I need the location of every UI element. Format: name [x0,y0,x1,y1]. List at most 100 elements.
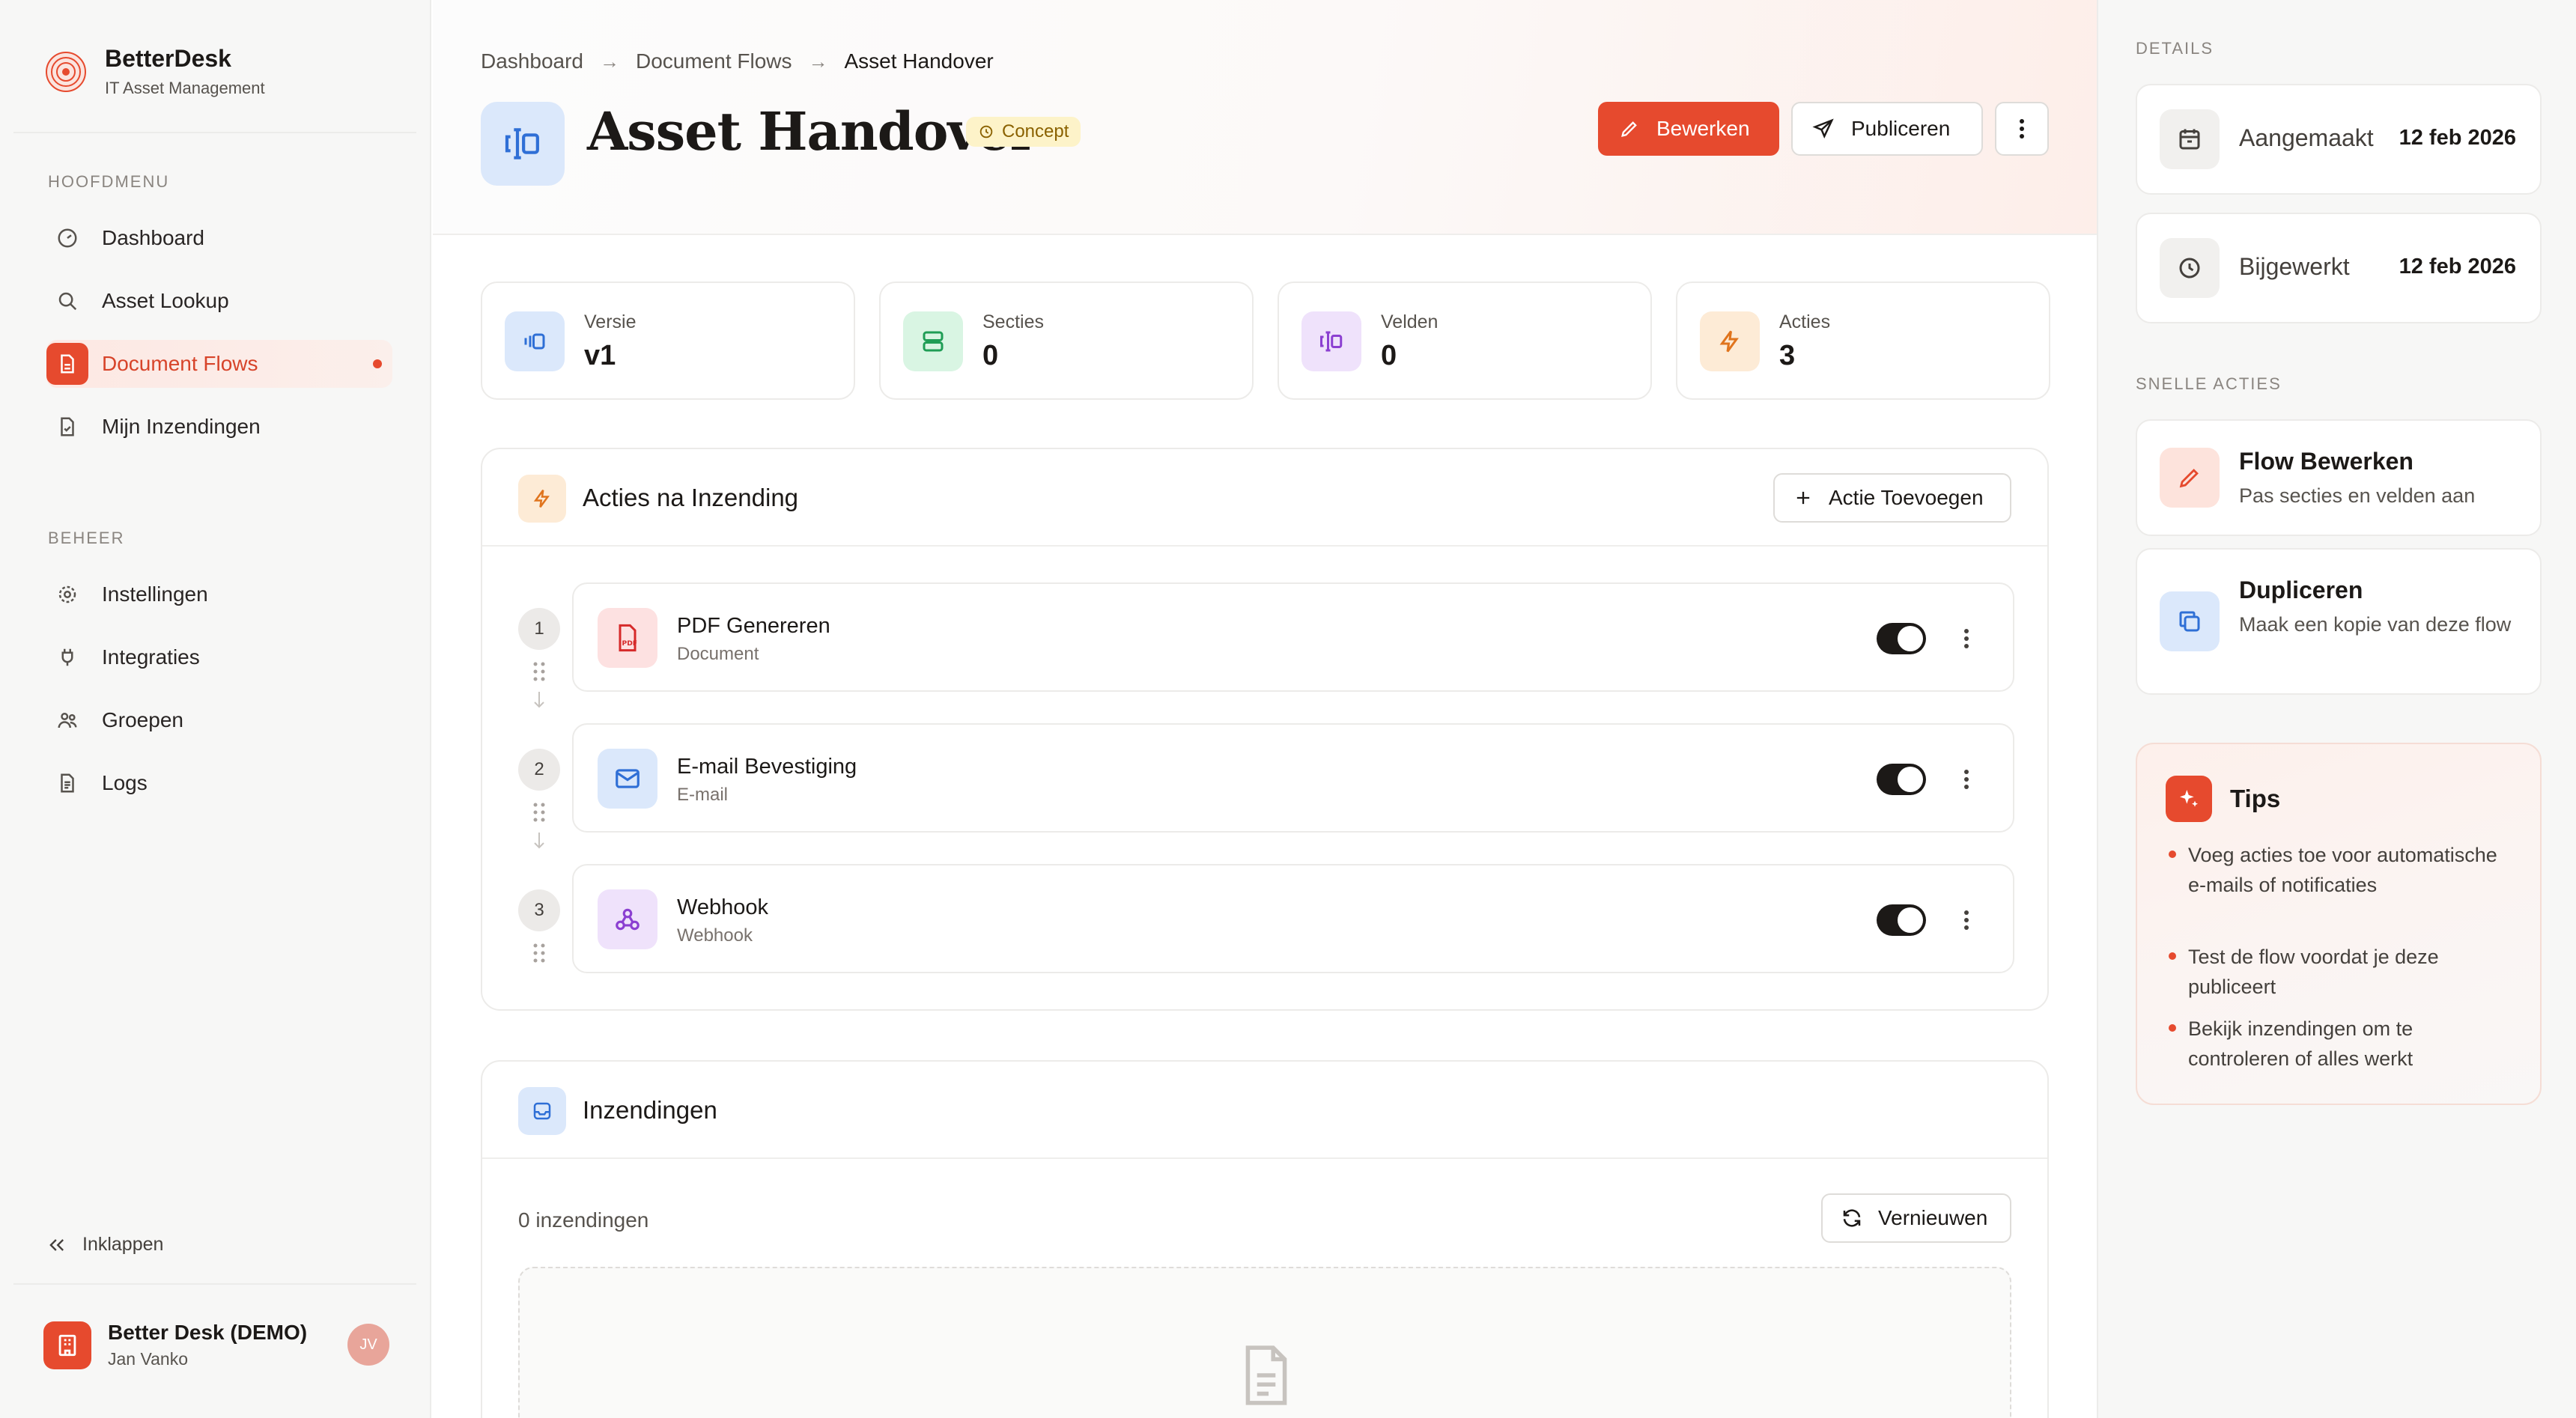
document-icon [46,343,88,385]
stat-label: Velden [1381,311,1439,332]
created-value: 12 feb 2026 [2399,126,2516,150]
svg-text:PDF: PDF [622,639,638,648]
more-vertical-icon [2020,119,2024,139]
document-icon [1245,1345,1287,1405]
more-vertical-icon[interactable] [1957,904,1975,936]
action-enabled-toggle[interactable] [1877,764,1926,795]
sidebar-item-integraties[interactable]: Integraties [46,633,392,681]
publish-button-label: Publiceren [1851,117,1951,140]
arrow-right-icon: → [599,49,619,73]
action-enabled-toggle[interactable] [1877,623,1926,654]
more-options-button[interactable] [1995,102,2049,156]
sidebar-item-asset-lookup[interactable]: Asset Lookup [46,277,392,325]
pdf-file-icon: PDF [598,608,657,668]
tips-title: Tips [2230,785,2281,812]
stat-label: Versie [584,311,637,332]
version-icon [505,311,565,371]
webhook-icon [598,889,657,949]
details-panel: DETAILS Aangemaakt 12 feb 2026 Bijgewerk… [2097,0,2576,1418]
drag-handle-icon[interactable] [530,660,548,683]
brand[interactable]: BetterDesk IT Asset Management [45,45,265,98]
refresh-button[interactable]: Vernieuwen [1821,1193,2011,1243]
step-number: 3 [518,889,560,931]
sidebar-item-label: Asset Lookup [102,289,229,312]
dashboard-icon [46,217,88,259]
tip-item: Voeg acties toe voor automatische e-mail… [2169,840,2510,900]
copy-icon [2160,591,2220,651]
actions-card-title: Acties na Inzending [583,484,799,511]
lightning-icon [518,475,566,523]
edit-button[interactable]: Bewerken [1598,102,1779,156]
action-item-pdf[interactable]: PDF PDF Genereren Document [572,582,2014,692]
breadcrumb-current: Asset Handover [844,49,994,73]
stat-value: 3 [1779,340,1796,371]
publish-button[interactable]: Publiceren [1791,102,1983,156]
avatar[interactable]: JV [347,1324,389,1366]
sidebar-item-label: Document Flows [102,352,258,375]
sidebar-item-label: Dashboard [102,226,204,249]
edit-button-label: Bewerken [1656,117,1750,140]
breadcrumb-link-document-flows[interactable]: Document Flows [636,49,792,73]
active-indicator-dot [373,359,382,368]
drag-handle-icon[interactable] [530,801,548,824]
action-type: E-mail [677,785,729,805]
brand-logo-icon [46,51,86,92]
brand-subtitle: IT Asset Management [105,79,265,97]
updated-label: Bijgewerkt [2239,253,2350,280]
building-icon [43,1321,91,1369]
plus-icon [1796,491,1810,505]
submissions-card-title: Inzendingen [583,1096,717,1124]
action-item-webhook[interactable]: Webhook Webhook [572,864,2014,973]
details-heading: DETAILS [2136,39,2214,58]
sidebar-item-instellingen[interactable]: Instellingen [46,570,392,618]
stat-value: v1 [584,340,616,371]
sidebar-item-logs[interactable]: Logs [46,759,392,807]
quick-action-description: Pas secties en velden aan [2239,484,2476,507]
quick-action-edit-flow[interactable]: Flow Bewerken Pas secties en velden aan [2136,419,2542,536]
submissions-card-header: Inzendingen [482,1062,2047,1159]
add-action-button[interactable]: Actie Toevoegen [1773,473,2011,523]
stat-label: Secties [982,311,1044,332]
send-icon [1812,118,1834,139]
stat-card-velden: Velden 0 [1278,282,1652,400]
more-vertical-icon[interactable] [1957,764,1975,795]
breadcrumb-link-dashboard[interactable]: Dashboard [481,49,583,73]
drag-handle-icon[interactable] [530,942,548,964]
clock-icon [979,125,993,139]
action-item-email[interactable]: E-mail Bevestiging E-mail [572,723,2014,833]
refresh-icon [1843,1209,1861,1227]
arrow-down-icon [534,692,544,708]
chevrons-left-icon [49,1238,64,1251]
action-enabled-toggle[interactable] [1877,904,1926,936]
created-label: Aangemaakt [2239,124,2374,151]
action-type: Document [677,644,759,664]
step-number: 1 [518,608,560,650]
quick-action-title: Dupliceren [2239,576,2363,603]
stat-card-acties: Acties 3 [1676,282,2050,400]
updated-value: 12 feb 2026 [2399,255,2516,279]
sidebar-item-mijn-inzendingen[interactable]: Mijn Inzendingen [46,403,392,451]
action-type: Webhook [677,925,753,946]
user-name: Jan Vanko [108,1349,188,1369]
org-switcher[interactable]: Better Desk (DEMO) Jan Vanko JV [43,1321,389,1369]
clock-icon [2160,238,2220,298]
tips-card: Tips Voeg acties toe voor automatische e… [2136,743,2542,1105]
sidebar-item-label: Instellingen [102,582,208,606]
breadcrumb: Dashboard → Document Flows → Asset Hando… [481,49,994,73]
collapse-sidebar-button[interactable]: Inklappen [46,1234,163,1256]
pencil-icon [1621,121,1637,137]
sidebar-item-document-flows[interactable]: Document Flows [46,340,392,388]
updated-card: Bijgewerkt 12 feb 2026 [2136,213,2542,323]
step-number: 2 [518,749,560,791]
sidebar-item-label: Groepen [102,708,183,731]
actions-card: Acties na Inzending Actie Toevoegen 1 PD… [481,448,2049,1011]
quick-action-duplicate[interactable]: Dupliceren Maak een kopie van deze flow [2136,548,2542,695]
sidebar-item-groepen[interactable]: Groepen [46,696,392,744]
sidebar-divider [13,132,416,133]
more-vertical-icon[interactable] [1957,623,1975,654]
gear-icon [46,573,88,615]
sidebar-item-dashboard[interactable]: Dashboard [46,214,392,262]
stat-card-versie: Versie v1 [481,282,855,400]
submission-count: 0 inzendingen [518,1208,649,1232]
tip-item: Bekijk inzendingen om te controleren of … [2169,1014,2510,1074]
